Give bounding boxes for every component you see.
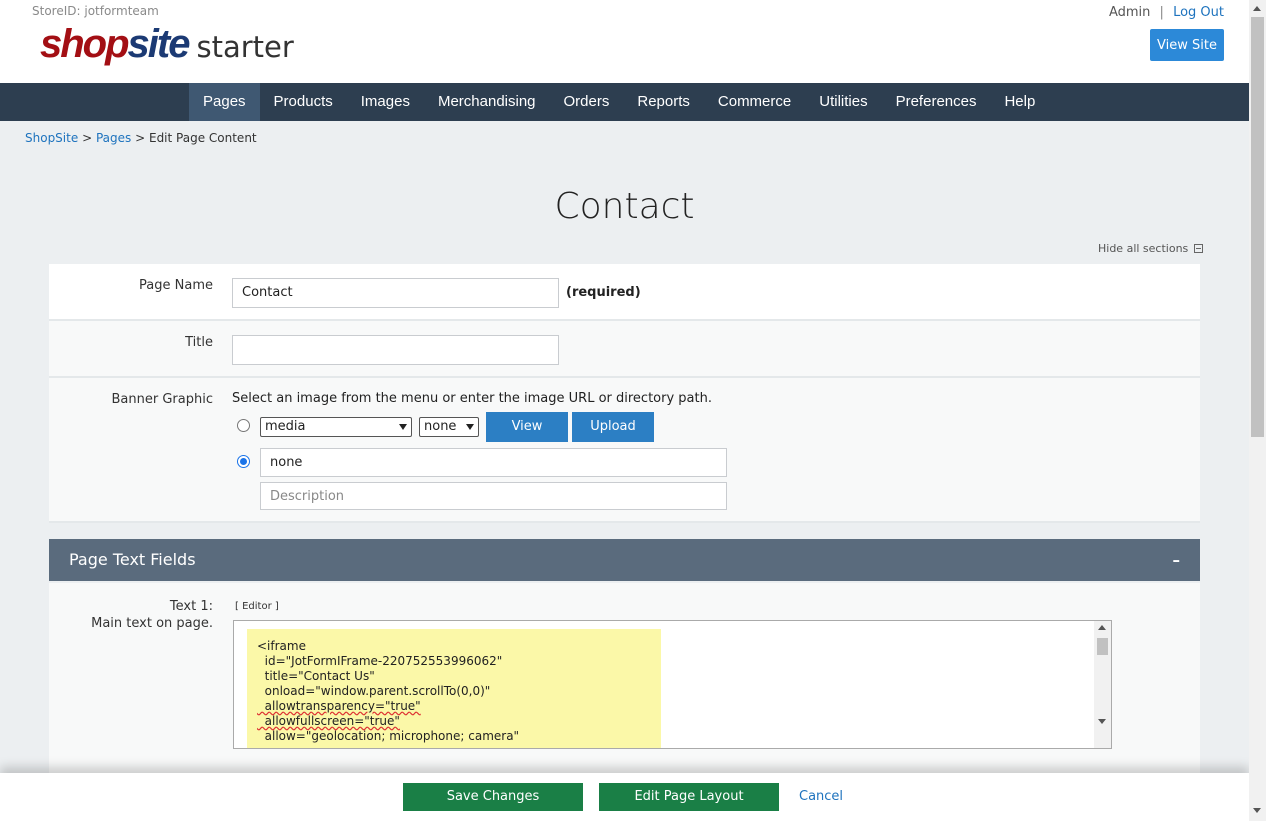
code-line: allow="geolocation; microphone; camera"	[257, 729, 520, 743]
nav-item-pages[interactable]: Pages	[189, 83, 260, 121]
breadcrumb-shopsite[interactable]: ShopSite	[25, 131, 78, 145]
banner-graphic-row: Banner Graphic Select an image from the …	[49, 378, 1200, 523]
banner-description-input[interactable]: Description	[260, 482, 727, 510]
user-links: Admin | Log Out	[1109, 5, 1224, 20]
code-line: allowfullscreen="true"	[257, 714, 400, 728]
banner-graphic-label: Banner Graphic	[111, 392, 213, 407]
banner-directory-value: media	[265, 419, 306, 434]
edit-page-layout-button[interactable]: Edit Page Layout	[599, 783, 779, 811]
chevron-down-icon	[399, 424, 407, 430]
nav-item-reports[interactable]: Reports	[623, 83, 704, 121]
code-line: onload="window.parent.scrollTo(0,0)"	[257, 684, 491, 698]
banner-url-input[interactable]: none	[260, 448, 727, 477]
logo-starter-text: starter	[196, 30, 294, 64]
hide-all-sections-label: Hide all sections	[1098, 242, 1189, 255]
user-links-separator: |	[1159, 5, 1164, 20]
title-label: Title	[185, 335, 213, 350]
nav-item-help[interactable]: Help	[990, 83, 1049, 121]
required-note: (required)	[566, 285, 641, 300]
text1-label-group: Text 1: Main text on page.	[91, 598, 213, 632]
nav-item-utilities[interactable]: Utilities	[805, 83, 881, 121]
scroll-thumb[interactable]	[1251, 17, 1264, 437]
logo-site-text: site	[127, 22, 191, 66]
page-text-fields-header[interactable]: Page Text Fields –	[49, 539, 1200, 581]
breadcrumb-pages[interactable]: Pages	[96, 131, 131, 145]
breadcrumb: ShopSite > Pages > Edit Page Content	[25, 131, 257, 145]
breadcrumb-separator: >	[135, 131, 146, 145]
nav-item-orders[interactable]: Orders	[550, 83, 624, 121]
window-scrollbar[interactable]	[1249, 0, 1266, 821]
banner-instructions: Select an image from the menu or enter t…	[232, 391, 712, 406]
logout-link[interactable]: Log Out	[1173, 5, 1224, 20]
nav-item-commerce[interactable]: Commerce	[704, 83, 805, 121]
breadcrumb-current: Edit Page Content	[148, 131, 257, 145]
code-line: title="Contact Us"	[257, 669, 375, 683]
text1-sublabel: Main text on page.	[91, 616, 213, 631]
admin-link[interactable]: Admin	[1109, 5, 1150, 20]
page-title: Contact	[554, 186, 695, 227]
banner-menu-radio[interactable]	[237, 419, 250, 432]
collapse-icon	[1194, 244, 1204, 253]
scroll-up-icon[interactable]	[1098, 625, 1106, 630]
top-header: StoreID: jotformteam shop site starter Ad…	[0, 0, 1249, 83]
scroll-thumb[interactable]	[1097, 638, 1108, 655]
code-line: id="JotFormIFrame-220752553996062"	[257, 654, 503, 668]
hide-all-sections-toggle[interactable]: Hide all sections	[1098, 242, 1204, 255]
scroll-down-icon[interactable]	[1253, 808, 1261, 813]
scroll-down-icon[interactable]	[1098, 719, 1106, 724]
minus-icon[interactable]: –	[1173, 551, 1181, 569]
action-footer: Save Changes Edit Page Layout Cancel	[0, 773, 1249, 821]
save-changes-button[interactable]: Save Changes	[403, 783, 583, 811]
chevron-down-icon	[466, 424, 474, 430]
code-block: <iframe id="JotFormIFrame-22075255399606…	[247, 629, 661, 748]
banner-file-value: none	[424, 419, 457, 434]
nav-item-preferences[interactable]: Preferences	[882, 83, 991, 121]
cancel-link[interactable]: Cancel	[799, 789, 843, 804]
banner-url-radio[interactable]	[237, 455, 250, 468]
page-name-label: Page Name	[139, 278, 213, 293]
nav-item-merchandising[interactable]: Merchandising	[424, 83, 550, 121]
shopsite-logo[interactable]: shop site starter	[40, 22, 294, 66]
page-name-row: Page Name Contact (required)	[49, 264, 1200, 321]
code-line: <iframe	[257, 639, 306, 653]
scroll-up-icon[interactable]	[1253, 6, 1261, 11]
view-button[interactable]: View	[486, 412, 568, 442]
code-line: allowtransparency="true"	[257, 699, 421, 713]
nav-item-products[interactable]: Products	[260, 83, 347, 121]
editor-link[interactable]: [ Editor ]	[235, 601, 279, 612]
page-name-input[interactable]: Contact	[232, 278, 559, 308]
main-nav: Pages Products Images Merchandising Orde…	[0, 83, 1249, 121]
section-title: Page Text Fields	[69, 550, 196, 569]
banner-file-select[interactable]: none	[419, 417, 479, 437]
banner-directory-select[interactable]: media	[260, 417, 412, 437]
title-input[interactable]	[232, 335, 559, 365]
title-row: Title	[49, 321, 1200, 378]
text1-textarea[interactable]: <iframe id="JotFormIFrame-22075255399606…	[233, 620, 1112, 749]
text1-label: Text 1:	[169, 599, 213, 614]
upload-button[interactable]: Upload	[572, 412, 654, 442]
view-site-button[interactable]: View Site	[1150, 29, 1224, 61]
breadcrumb-separator: >	[82, 131, 93, 145]
nav-item-images[interactable]: Images	[347, 83, 424, 121]
store-id: StoreID: jotformteam	[32, 4, 159, 18]
logo-shop-text: shop	[40, 22, 130, 66]
textarea-scrollbar[interactable]	[1094, 621, 1111, 748]
